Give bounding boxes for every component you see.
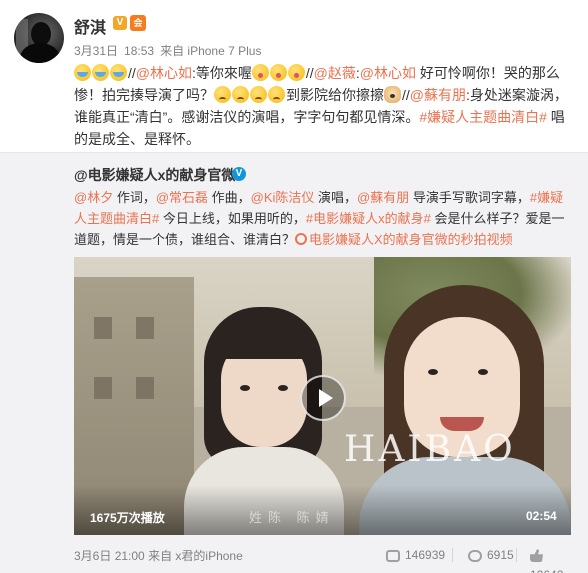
video-view-count: 1675万次播放 [90,511,165,525]
crying-emoji-icon [92,64,109,81]
repost-date[interactable]: 3月6日 [74,549,111,563]
avatar-shoulders [20,43,60,63]
video-window [94,377,112,399]
comment-count: 6915 [487,548,514,562]
dog-emoji-icon [384,86,401,103]
crying-emoji-icon [110,64,127,81]
repost-count: 146939 [405,548,446,562]
kiss-emoji-icon [287,64,305,81]
video-subtitle: 姓陈 陈婧 [249,510,335,525]
text-segment: 到影院给你擦擦 [286,87,384,103]
video-link-icon [295,233,308,245]
repost-footer: 3月6日 21:00 来自 x君的iPhone 146939 6915 1264… [74,545,574,573]
video-girl-eye [278,385,288,391]
text-segment: 作曲， [208,190,251,205]
divider [452,548,453,562]
video-window [136,317,154,339]
play-button-icon[interactable] [300,375,346,421]
verified-badge-icon[interactable]: V [113,16,127,30]
repost-author[interactable]: @电影嫌疑人x的献身官微 [74,165,235,185]
video-player[interactable]: HAIBAO 姓陈 陈婧 1675万次播放 02:54 [74,257,571,535]
like-count: 12642 [530,568,563,573]
video-woman-eye [478,369,488,375]
sad-emoji-icon [232,86,249,103]
post-time[interactable]: 18:53 [124,44,154,58]
sad-emoji-icon [268,86,285,103]
repost-count-button[interactable]: 146939 [386,545,445,565]
text-segment: 作词， [113,190,156,205]
text-segment: // [402,87,410,103]
video-window [94,317,112,339]
repost-text: @林夕 作词，@常石磊 作曲，@Ki陈洁仪 演唱，@蘇有朋 导演手写歌词字幕， #… [74,187,574,250]
text-segment: // [128,65,136,81]
mention-link[interactable]: @林夕 [74,190,113,205]
avatar[interactable] [14,13,64,63]
video-watermark: HAIBAO [344,429,516,470]
mention-link[interactable]: @赵薇 [314,65,356,81]
post-text: //@林心如:等你來喔//@赵薇:@林心如 好可怜啊你！哭的那么惨！拍完揍导演了… [74,62,574,150]
divider [516,548,517,562]
sad-emoji-icon [214,86,231,103]
repost-source: 来自 x君的iPhone [148,549,243,563]
comment-icon [468,550,482,562]
mention-link[interactable]: @林心如 [360,65,416,81]
mention-link[interactable]: @Ki陈洁仪 [251,190,315,205]
topic-link[interactable]: #嫌疑人主题曲清白# [419,109,547,125]
post-source: 来自 iPhone 7 Plus [160,44,262,58]
video-girl-eye [240,385,250,391]
topic-link[interactable]: #电影嫌疑人x的献身# [306,211,431,226]
text-segment: 导演手写歌词字幕， [409,190,530,205]
post-meta: 3月31日 18:53 来自 iPhone 7 Plus [74,42,267,59]
mention-link[interactable]: @林心如 [136,65,192,81]
like-count-button[interactable]: 12642 [530,545,574,573]
weibo-post: 舒淇 V 会 3月31日 18:53 来自 iPhone 7 Plus //@林心如… [0,0,588,152]
video-link[interactable]: 电影嫌疑人X的献身官微的秒拍视频 [309,232,513,247]
username[interactable]: 舒淇 [74,14,106,38]
crying-emoji-icon [74,64,91,81]
mention-link[interactable]: @蘇有朋 [410,87,466,103]
video-duration: 02:54 [526,509,557,523]
video-woman-eye [428,369,438,375]
text-segment: :等你來喔 [192,65,252,81]
text-segment: 演唱， [314,190,358,205]
video-girl-bangs [216,319,312,359]
reposted-weibo: @电影嫌疑人x的献身官微 V @林夕 作词，@常石磊 作曲，@Ki陈洁仪 演唱，… [0,152,588,573]
mention-link[interactable]: @常石磊 [156,190,208,205]
like-icon [530,549,543,562]
repost-icon [386,550,400,562]
post-date[interactable]: 3月31日 [74,44,118,58]
text-segment: 今日上线，如果用听的， [159,211,306,226]
kiss-emoji-icon [269,64,287,81]
video-window [136,377,154,399]
repost-time[interactable]: 21:00 [115,549,145,563]
mention-link[interactable]: @蘇有朋 [357,190,409,205]
text-segment: // [305,65,314,81]
comment-count-button[interactable]: 6915 [468,545,514,565]
repost-meta: 3月6日 21:00 来自 x君的iPhone [74,547,243,564]
verified-badge-icon[interactable]: V [232,167,246,181]
kiss-emoji-icon [251,64,269,81]
member-badge-icon[interactable]: 会 [130,15,146,31]
sad-emoji-icon [250,86,267,103]
